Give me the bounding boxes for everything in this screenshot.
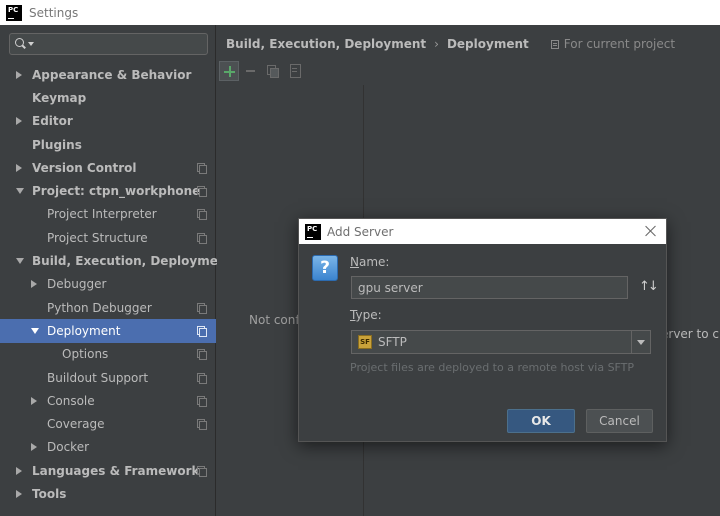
cancel-button[interactable]: Cancel [586, 409, 653, 433]
project-scope-label: For current project [550, 37, 676, 51]
project-settings-icon [197, 302, 207, 314]
server-name-input[interactable] [351, 276, 628, 299]
add-server-dialog: PC Add Server ? Name: ↑↓ Type: SF SFTP P… [298, 218, 667, 442]
breadcrumb-item-deployment: Deployment [446, 37, 529, 51]
server-type-hint: Project files are deployed to a remote h… [350, 361, 635, 374]
tree-item-label: Buildout Support [47, 370, 149, 385]
collapsed-arrow-icon[interactable] [16, 117, 22, 126]
breadcrumb-item-build[interactable]: Build, Execution, Deployment [226, 37, 426, 51]
copy-server-button[interactable] [263, 61, 283, 81]
tree-item[interactable]: Options [0, 343, 216, 366]
expanded-arrow-icon[interactable] [31, 327, 39, 334]
project-scope-icon [550, 39, 559, 49]
server-type-select[interactable]: SF SFTP [351, 330, 651, 354]
expanded-arrow-icon[interactable] [16, 188, 24, 195]
project-settings-icon [197, 419, 207, 431]
tree-item[interactable]: Python Debugger [0, 296, 216, 319]
tree-item[interactable]: Debugger [0, 273, 216, 296]
collapsed-arrow-icon[interactable] [16, 489, 22, 498]
project-settings-icon [197, 325, 207, 337]
window-title: Settings [29, 5, 79, 20]
ok-button[interactable]: OK [507, 409, 575, 433]
tree-item[interactable]: Appearance & Behavior [0, 63, 216, 86]
collapsed-arrow-icon[interactable] [16, 163, 22, 172]
question-icon: ? [312, 255, 338, 281]
tree-item[interactable]: Tools [0, 482, 216, 505]
tree-item[interactable]: Coverage [0, 412, 216, 435]
tree-item-label: Keymap [32, 90, 87, 105]
breadcrumb-separator: › [434, 37, 439, 51]
tree-item[interactable]: Languages & Frameworks [0, 459, 216, 482]
project-settings-icon [197, 186, 207, 198]
sort-arrows-icon[interactable]: ↑↓ [639, 279, 659, 295]
dialog-title: Add Server [327, 224, 394, 239]
tree-item-label: Python Debugger [47, 300, 152, 315]
collapsed-arrow-icon[interactable] [31, 280, 37, 289]
collapsed-arrow-icon[interactable] [16, 70, 22, 79]
add-server-button[interactable] [219, 61, 239, 81]
dialog-titlebar: PC Add Server [299, 219, 666, 244]
tree-item[interactable]: Build, Execution, Deployment [0, 249, 232, 272]
collapsed-arrow-icon[interactable] [31, 396, 37, 405]
settings-search-input[interactable] [9, 33, 208, 55]
name-label: Name: [350, 255, 390, 269]
remove-server-button[interactable] [241, 61, 261, 81]
tree-item[interactable]: Console [0, 389, 216, 412]
tree-item-label: Appearance & Behavior [32, 67, 192, 82]
collapsed-arrow-icon[interactable] [31, 443, 37, 452]
breadcrumb: Build, Execution, Deployment › Deploymen… [226, 37, 675, 51]
sftp-icon: SF [358, 335, 372, 349]
tree-item[interactable]: Project: ctpn_workphone [0, 179, 216, 202]
project-settings-icon [197, 372, 207, 384]
tree-item-label: Coverage [47, 417, 105, 432]
settings-tree: Appearance & Behavior Keymap Editor Plugins… [0, 63, 232, 506]
pycharm-logo-icon: PC [6, 4, 22, 21]
deployment-toolbar [217, 59, 305, 83]
tree-item[interactable]: Docker [0, 436, 216, 459]
search-options-caret-icon[interactable] [28, 42, 34, 46]
tree-item[interactable]: Plugins [0, 133, 216, 156]
not-configured-text: Not configured [249, 313, 305, 327]
tree-item-label: Docker [47, 440, 90, 455]
tree-item-label: Project Interpreter [47, 207, 157, 222]
tree-item-label: Console [47, 393, 95, 408]
settings-sidebar: Appearance & Behavior Keymap Editor Plugins… [0, 25, 232, 516]
tree-item[interactable]: Keymap [0, 86, 216, 109]
expanded-arrow-icon[interactable] [16, 258, 24, 265]
tree-item-label: Version Control [32, 160, 137, 175]
project-settings-icon [197, 209, 207, 221]
project-settings-icon [197, 349, 207, 361]
project-settings-icon [197, 465, 207, 477]
type-label: Type: [350, 308, 382, 322]
pycharm-logo-icon: PC [305, 223, 321, 240]
server-type-value: SFTP [378, 335, 407, 349]
project-settings-icon [197, 395, 207, 407]
tree-item-label: Options [62, 347, 109, 362]
tree-item[interactable]: Project Interpreter [0, 203, 216, 226]
close-icon[interactable] [645, 225, 657, 237]
tree-item[interactable]: Deployment [0, 319, 216, 343]
tree-item-label: Build, Execution, Deployment [32, 254, 233, 269]
tree-item-label: Project Structure [47, 230, 148, 245]
tree-item[interactable]: Version Control [0, 156, 216, 179]
tree-item[interactable]: Editor [0, 110, 216, 133]
tree-item[interactable]: Buildout Support [0, 366, 216, 389]
tree-item-label: Debugger [47, 277, 107, 292]
tree-item-label: Editor [32, 114, 73, 129]
tree-item[interactable]: Project Structure [0, 226, 216, 249]
tree-item-label: Deployment [47, 323, 121, 338]
project-settings-icon [197, 162, 207, 174]
project-settings-icon [197, 232, 207, 244]
tree-item-label: Plugins [32, 137, 82, 152]
tree-item-label: Languages & Frameworks [32, 463, 207, 478]
background-hint-text: erver to c [661, 327, 720, 341]
project-scope-text: For current project [563, 37, 676, 51]
tree-item-label: Tools [32, 486, 67, 501]
window-titlebar: PC Settings [0, 0, 720, 25]
tree-item-label: Project: ctpn_workphone [32, 184, 201, 199]
collapsed-arrow-icon[interactable] [16, 466, 22, 475]
chevron-down-icon[interactable] [631, 331, 650, 353]
server-details-button[interactable] [285, 61, 305, 81]
